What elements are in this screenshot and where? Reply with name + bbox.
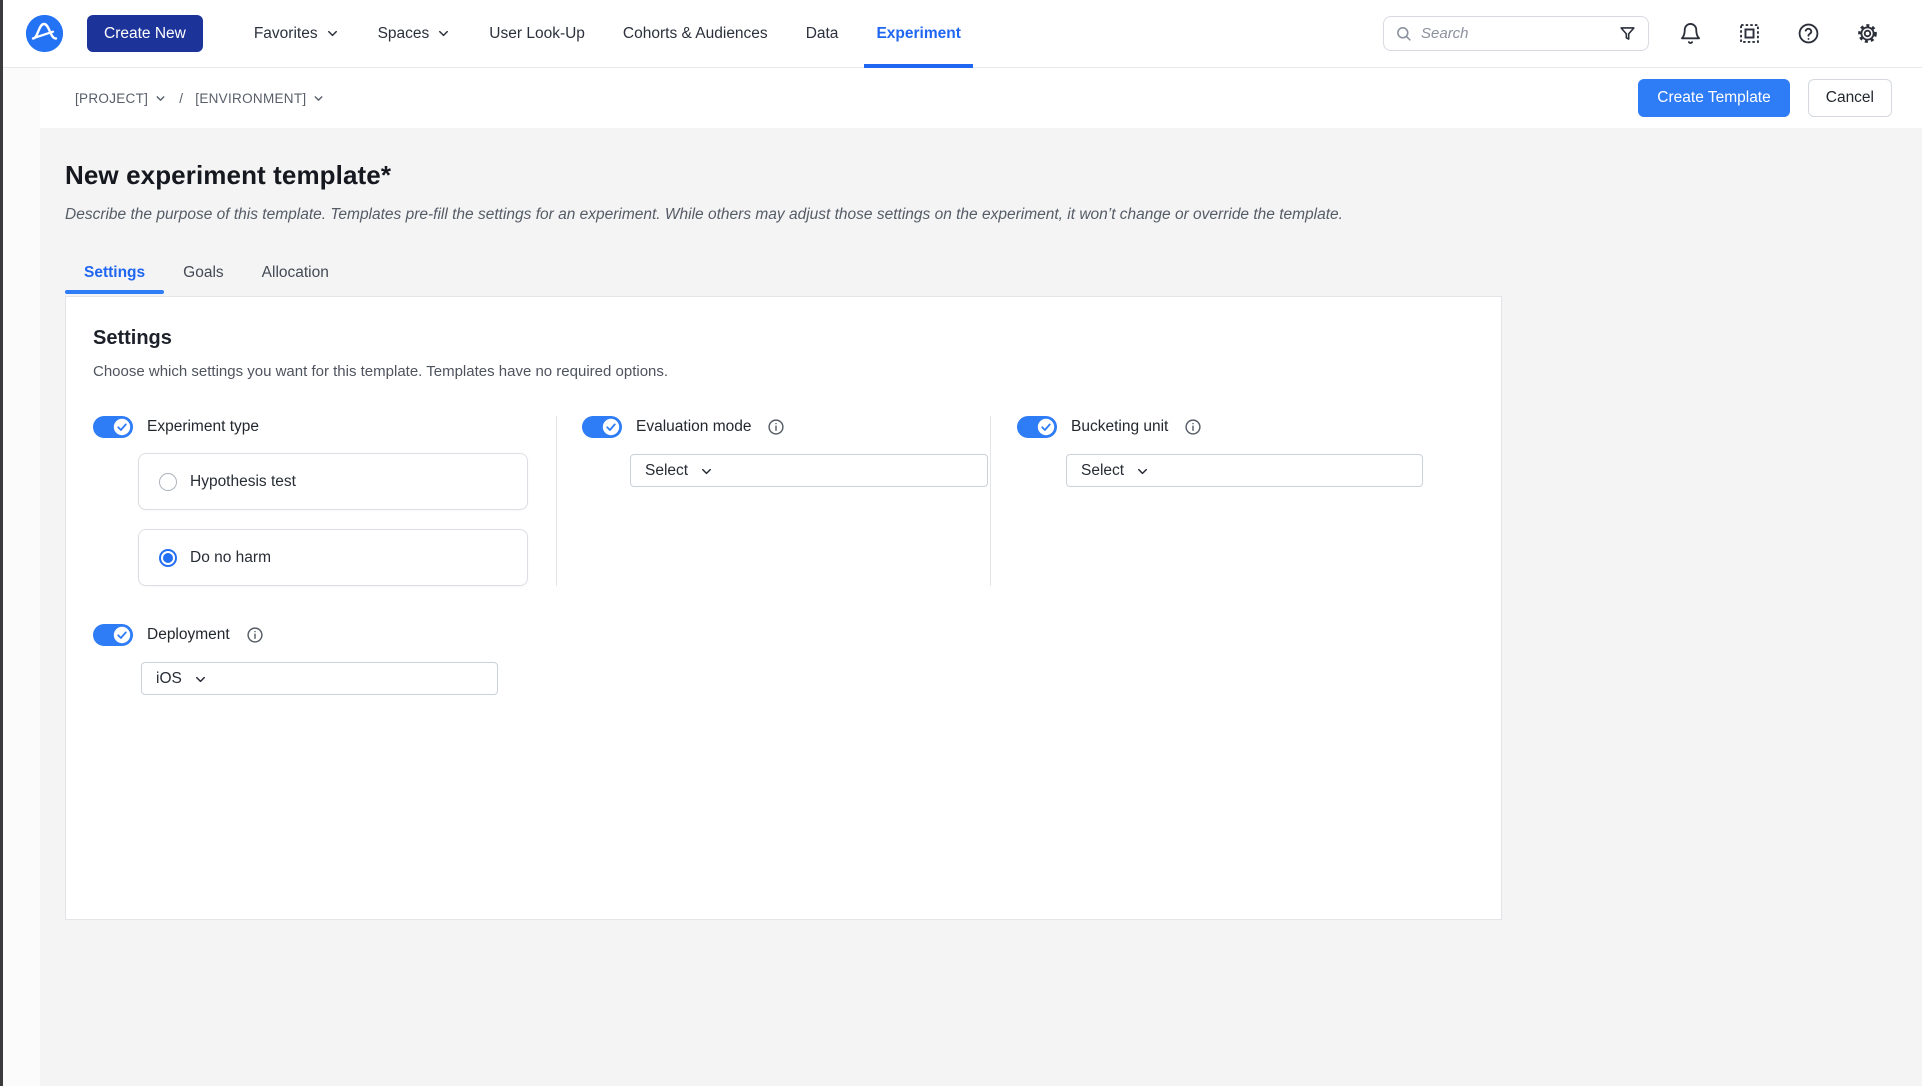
bucketing-unit-row: Bucketing unit: [1017, 416, 1451, 438]
evaluation-mode-label: Evaluation mode: [636, 418, 751, 436]
breadcrumb-project-dropdown[interactable]: [PROJECT]: [75, 91, 167, 106]
option-label: Hypothesis test: [190, 473, 296, 491]
nav-item-cohorts-audiences[interactable]: Cohorts & Audiences: [604, 0, 787, 68]
filter-funnel-icon[interactable]: [1618, 24, 1637, 43]
settings-gear-icon[interactable]: [1854, 21, 1880, 47]
help-icon[interactable]: [1795, 21, 1821, 47]
deployment-section: Deployment iOS: [93, 624, 556, 695]
search-icon: [1395, 25, 1412, 42]
toggle-knob: [112, 417, 132, 437]
column-evaluation-mode: Evaluation mode Select: [557, 416, 990, 695]
amplitude-wave-icon: [26, 15, 63, 52]
nav-item-favorites[interactable]: Favorites: [235, 0, 359, 68]
experiment-type-options: Hypothesis test Do no harm: [138, 453, 556, 586]
column-experiment-type: Experiment type Hypothesis test Do no ha…: [93, 416, 556, 695]
tab-settings[interactable]: Settings: [65, 255, 164, 294]
check-circle-icon: [112, 625, 132, 645]
chevron-down-icon: [154, 92, 167, 105]
evaluation-mode-info-icon[interactable]: [767, 418, 785, 436]
chevron-down-icon: [312, 92, 325, 105]
toggle-knob: [601, 417, 621, 437]
breadcrumb-separator: /: [177, 91, 185, 106]
radio-selected[interactable]: [159, 549, 177, 567]
tab-allocation[interactable]: Allocation: [243, 255, 348, 294]
header-actions: Create Template Cancel: [1638, 79, 1892, 117]
check-circle-icon: [112, 417, 132, 437]
page-description: Describe the purpose of this template. T…: [65, 206, 1922, 224]
window-left-border: [0, 0, 3, 1086]
nav-right-cluster: [1383, 16, 1896, 51]
evaluation-mode-select[interactable]: Select: [630, 454, 988, 487]
deployment-row: Deployment: [93, 624, 556, 646]
deployment-label: Deployment: [147, 626, 230, 644]
create-template-button[interactable]: Create Template: [1638, 79, 1789, 117]
global-search[interactable]: [1383, 16, 1649, 51]
nav-item-label: Data: [806, 25, 839, 43]
nav-item-label: Favorites: [254, 25, 318, 43]
evaluation-mode-select-value: Select: [645, 462, 688, 480]
option-do-no-harm[interactable]: Do no harm: [138, 529, 528, 586]
page-title: New experiment template*: [65, 160, 1922, 191]
evaluation-mode-row: Evaluation mode: [582, 416, 990, 438]
nav-item-label: Cohorts & Audiences: [623, 25, 768, 43]
bucketing-unit-info-icon[interactable]: [1184, 418, 1202, 436]
page-header: [PROJECT] / [ENVIRONMENT] Create Templat…: [40, 68, 1922, 128]
chevron-down-icon: [1135, 464, 1150, 479]
bucketing-unit-label: Bucketing unit: [1071, 418, 1168, 436]
evaluation-mode-toggle[interactable]: [582, 416, 622, 438]
deployment-select-value: iOS: [156, 670, 182, 688]
settings-panel-heading: Settings: [93, 327, 1501, 350]
breadcrumb-environment-label: [ENVIRONMENT]: [195, 91, 306, 106]
settings-panel: Settings Choose which settings you want …: [65, 296, 1502, 920]
breadcrumb-environment-dropdown[interactable]: [ENVIRONMENT]: [195, 91, 325, 106]
chevron-down-icon: [325, 26, 340, 41]
nav-item-label: User Look-Up: [489, 25, 585, 43]
template-tabs: Settings Goals Allocation: [65, 255, 1922, 294]
content-area: New experiment template* Describe the pu…: [40, 128, 1922, 1086]
settings-columns: Experiment type Hypothesis test Do no ha…: [93, 416, 1501, 695]
deployment-toggle[interactable]: [93, 624, 133, 646]
check-circle-icon: [601, 417, 621, 437]
top-navigation-bar: Create New Favorites Spaces User Look-Up…: [0, 0, 1922, 68]
chevron-down-icon: [436, 26, 451, 41]
settings-panel-subheading: Choose which settings you want for this …: [93, 363, 1501, 380]
option-label: Do no harm: [190, 549, 271, 567]
option-hypothesis-test[interactable]: Hypothesis test: [138, 453, 528, 510]
experiment-type-label: Experiment type: [147, 418, 259, 436]
deployment-select[interactable]: iOS: [141, 662, 498, 695]
chevron-down-icon: [699, 464, 714, 479]
nav-item-label: Spaces: [378, 25, 430, 43]
check-circle-icon: [1036, 417, 1056, 437]
notifications-bell-icon[interactable]: [1677, 21, 1703, 47]
nav-item-label: Experiment: [876, 25, 960, 43]
toggle-knob: [1036, 417, 1056, 437]
amplitude-logo[interactable]: [26, 15, 63, 52]
nav-item-user-look-up[interactable]: User Look-Up: [470, 0, 604, 68]
utility-icons: [1677, 21, 1896, 47]
chevron-down-icon: [193, 672, 208, 687]
breadcrumb-project-label: [PROJECT]: [75, 91, 148, 106]
experiment-type-toggle[interactable]: [93, 416, 133, 438]
create-new-button[interactable]: Create New: [87, 15, 203, 52]
toggle-knob: [112, 625, 132, 645]
bucketing-unit-select[interactable]: Select: [1066, 454, 1423, 487]
primary-nav: Favorites Spaces User Look-Up Cohorts & …: [235, 0, 980, 68]
breadcrumb: [PROJECT] / [ENVIRONMENT]: [75, 91, 325, 106]
radio-unselected[interactable]: [159, 473, 177, 491]
nav-item-experiment[interactable]: Experiment: [857, 0, 979, 68]
deployment-info-icon[interactable]: [246, 626, 264, 644]
tab-goals[interactable]: Goals: [164, 255, 243, 294]
search-input[interactable]: [1421, 25, 1609, 42]
bucketing-unit-select-value: Select: [1081, 462, 1124, 480]
nav-item-data[interactable]: Data: [787, 0, 858, 68]
dashed-select-region-icon[interactable]: [1736, 21, 1762, 47]
bucketing-unit-toggle[interactable]: [1017, 416, 1057, 438]
nav-item-spaces[interactable]: Spaces: [359, 0, 471, 68]
cancel-button[interactable]: Cancel: [1808, 79, 1892, 117]
column-bucketing-unit: Bucketing unit Select: [991, 416, 1451, 695]
experiment-type-row: Experiment type: [93, 416, 556, 438]
left-rail: [3, 68, 40, 1086]
